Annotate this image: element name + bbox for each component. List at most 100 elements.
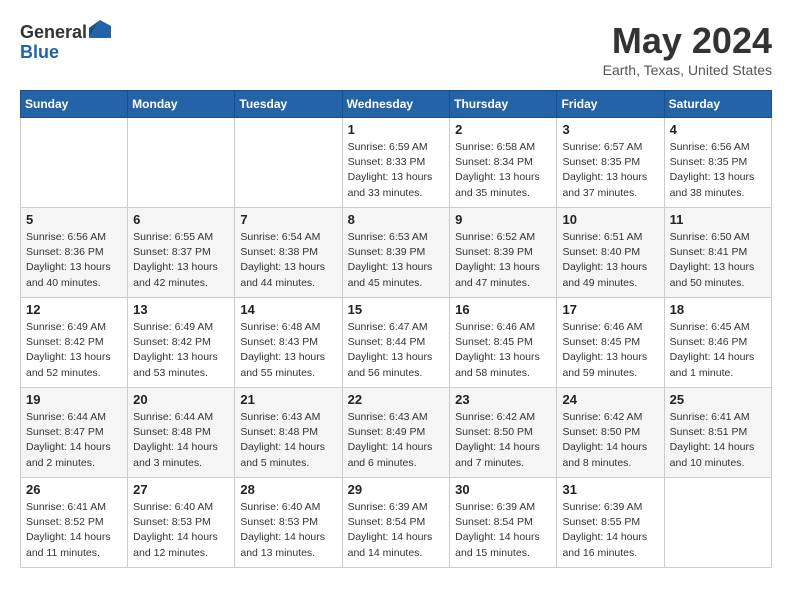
day-info: Sunrise: 6:44 AMSunset: 8:47 PMDaylight:… <box>26 410 122 471</box>
calendar-cell: 24Sunrise: 6:42 AMSunset: 8:50 PMDayligh… <box>557 388 664 478</box>
day-info: Sunrise: 6:49 AMSunset: 8:42 PMDaylight:… <box>26 320 122 381</box>
day-info: Sunrise: 6:57 AMSunset: 8:35 PMDaylight:… <box>562 140 658 201</box>
calendar-cell: 6 Sunrise: 6:55 AMSunset: 8:37 PMDaylight… <box>128 208 235 298</box>
calendar-cell: 23 Sunrise: 6:42 AMSunset: 8:50 PMDayligh… <box>450 388 557 478</box>
day-number: 7 <box>240 212 336 227</box>
calendar-week-row: 12 Sunrise: 6:49 AMSunset: 8:42 PMDayligh… <box>21 298 772 388</box>
day-info: Sunrise: 6:53 AMSunset: 8:39 PMDaylight:… <box>348 230 445 291</box>
day-info: Sunrise: 6:52 AMSunset: 8:39 PMDaylight:… <box>455 230 551 291</box>
day-info: Sunrise: 6:46 AMSunset: 8:45 PMDaylight:… <box>455 320 551 381</box>
calendar-cell <box>21 118 128 208</box>
calendar-week-row: 26 Sunrise: 6:41 AMSunset: 8:52 PMDayligh… <box>21 478 772 568</box>
day-info: Sunrise: 6:40 AMSunset: 8:53 PMDaylight:… <box>133 500 229 561</box>
logo-blue-text: Blue <box>20 42 59 62</box>
calendar-header-row: SundayMondayTuesdayWednesdayThursdayFrid… <box>21 91 772 118</box>
calendar-cell: 30Sunrise: 6:39 AMSunset: 8:54 PMDayligh… <box>450 478 557 568</box>
calendar-cell: 21 Sunrise: 6:43 AMSunset: 8:48 PMDayligh… <box>235 388 342 478</box>
day-number: 14 <box>240 302 336 317</box>
logo: General Blue <box>20 20 111 63</box>
calendar-cell: 25Sunrise: 6:41 AMSunset: 8:51 PMDayligh… <box>664 388 771 478</box>
day-info: Sunrise: 6:49 AMSunset: 8:42 PMDaylight:… <box>133 320 229 381</box>
day-info: Sunrise: 6:42 AMSunset: 8:50 PMDaylight:… <box>455 410 551 471</box>
calendar-cell: 10 Sunrise: 6:51 AMSunset: 8:40 PMDayligh… <box>557 208 664 298</box>
day-info: Sunrise: 6:55 AMSunset: 8:37 PMDaylight:… <box>133 230 229 291</box>
calendar-cell: 31Sunrise: 6:39 AMSunset: 8:55 PMDayligh… <box>557 478 664 568</box>
title-area: May 2024 Earth, Texas, United States <box>603 20 772 78</box>
calendar-cell: 1 Sunrise: 6:59 AMSunset: 8:33 PMDaylight… <box>342 118 450 208</box>
logo-general-text: General <box>20 22 87 42</box>
day-info: Sunrise: 6:39 AMSunset: 8:55 PMDaylight:… <box>562 500 658 561</box>
day-number: 24 <box>562 392 658 407</box>
calendar-cell: 19 Sunrise: 6:44 AMSunset: 8:47 PMDayligh… <box>21 388 128 478</box>
calendar-cell: 13 Sunrise: 6:49 AMSunset: 8:42 PMDayligh… <box>128 298 235 388</box>
day-info: Sunrise: 6:43 AMSunset: 8:49 PMDaylight:… <box>348 410 445 471</box>
day-number: 15 <box>348 302 445 317</box>
calendar-cell: 2Sunrise: 6:58 AMSunset: 8:34 PMDaylight… <box>450 118 557 208</box>
month-title: May 2024 <box>603 20 772 62</box>
day-number: 2 <box>455 122 551 137</box>
day-number: 29 <box>348 482 445 497</box>
day-number: 1 <box>348 122 445 137</box>
day-info: Sunrise: 6:59 AMSunset: 8:33 PMDaylight:… <box>348 140 445 201</box>
calendar-cell: 16 Sunrise: 6:46 AMSunset: 8:45 PMDayligh… <box>450 298 557 388</box>
calendar-cell: 3 Sunrise: 6:57 AMSunset: 8:35 PMDaylight… <box>557 118 664 208</box>
calendar-week-row: 19 Sunrise: 6:44 AMSunset: 8:47 PMDayligh… <box>21 388 772 478</box>
calendar-day-header: Thursday <box>450 91 557 118</box>
day-number: 27 <box>133 482 229 497</box>
day-number: 10 <box>562 212 658 227</box>
day-number: 12 <box>26 302 122 317</box>
calendar-cell: 9 Sunrise: 6:52 AMSunset: 8:39 PMDaylight… <box>450 208 557 298</box>
calendar-cell: 29 Sunrise: 6:39 AMSunset: 8:54 PMDayligh… <box>342 478 450 568</box>
location: Earth, Texas, United States <box>603 62 772 78</box>
calendar-cell: 26 Sunrise: 6:41 AMSunset: 8:52 PMDayligh… <box>21 478 128 568</box>
day-number: 13 <box>133 302 229 317</box>
day-number: 16 <box>455 302 551 317</box>
calendar-day-header: Friday <box>557 91 664 118</box>
calendar-cell: 11Sunrise: 6:50 AMSunset: 8:41 PMDayligh… <box>664 208 771 298</box>
calendar-day-header: Saturday <box>664 91 771 118</box>
page-header: General Blue May 2024 Earth, Texas, Unit… <box>20 20 772 78</box>
day-number: 17 <box>562 302 658 317</box>
day-number: 28 <box>240 482 336 497</box>
day-number: 22 <box>348 392 445 407</box>
calendar-cell: 27 Sunrise: 6:40 AMSunset: 8:53 PMDayligh… <box>128 478 235 568</box>
day-info: Sunrise: 6:51 AMSunset: 8:40 PMDaylight:… <box>562 230 658 291</box>
day-number: 9 <box>455 212 551 227</box>
calendar-cell: 20Sunrise: 6:44 AMSunset: 8:48 PMDayligh… <box>128 388 235 478</box>
day-number: 26 <box>26 482 122 497</box>
day-number: 18 <box>670 302 766 317</box>
calendar-cell <box>235 118 342 208</box>
calendar-cell: 5Sunrise: 6:56 AMSunset: 8:36 PMDaylight… <box>21 208 128 298</box>
calendar-cell: 7Sunrise: 6:54 AMSunset: 8:38 PMDaylight… <box>235 208 342 298</box>
day-info: Sunrise: 6:39 AMSunset: 8:54 PMDaylight:… <box>348 500 445 561</box>
day-number: 23 <box>455 392 551 407</box>
calendar-day-header: Monday <box>128 91 235 118</box>
day-number: 21 <box>240 392 336 407</box>
calendar-cell: 12 Sunrise: 6:49 AMSunset: 8:42 PMDayligh… <box>21 298 128 388</box>
day-info: Sunrise: 6:43 AMSunset: 8:48 PMDaylight:… <box>240 410 336 471</box>
day-info: Sunrise: 6:50 AMSunset: 8:41 PMDaylight:… <box>670 230 766 291</box>
calendar-cell: 28 Sunrise: 6:40 AMSunset: 8:53 PMDayligh… <box>235 478 342 568</box>
calendar-day-header: Sunday <box>21 91 128 118</box>
calendar-cell: 14 Sunrise: 6:48 AMSunset: 8:43 PMDayligh… <box>235 298 342 388</box>
day-number: 4 <box>670 122 766 137</box>
calendar-cell: 18 Sunrise: 6:45 AMSunset: 8:46 PMDayligh… <box>664 298 771 388</box>
calendar-cell: 15Sunrise: 6:47 AMSunset: 8:44 PMDayligh… <box>342 298 450 388</box>
day-info: Sunrise: 6:40 AMSunset: 8:53 PMDaylight:… <box>240 500 336 561</box>
calendar-cell: 17Sunrise: 6:46 AMSunset: 8:45 PMDayligh… <box>557 298 664 388</box>
day-number: 8 <box>348 212 445 227</box>
day-info: Sunrise: 6:44 AMSunset: 8:48 PMDaylight:… <box>133 410 229 471</box>
calendar-cell: 8 Sunrise: 6:53 AMSunset: 8:39 PMDaylight… <box>342 208 450 298</box>
day-number: 6 <box>133 212 229 227</box>
logo-icon <box>89 20 111 38</box>
calendar-week-row: 5Sunrise: 6:56 AMSunset: 8:36 PMDaylight… <box>21 208 772 298</box>
day-number: 30 <box>455 482 551 497</box>
day-number: 19 <box>26 392 122 407</box>
day-info: Sunrise: 6:56 AMSunset: 8:36 PMDaylight:… <box>26 230 122 291</box>
day-info: Sunrise: 6:48 AMSunset: 8:43 PMDaylight:… <box>240 320 336 381</box>
day-info: Sunrise: 6:45 AMSunset: 8:46 PMDaylight:… <box>670 320 766 381</box>
calendar-table: SundayMondayTuesdayWednesdayThursdayFrid… <box>20 90 772 568</box>
calendar-day-header: Tuesday <box>235 91 342 118</box>
day-number: 3 <box>562 122 658 137</box>
day-info: Sunrise: 6:41 AMSunset: 8:52 PMDaylight:… <box>26 500 122 561</box>
